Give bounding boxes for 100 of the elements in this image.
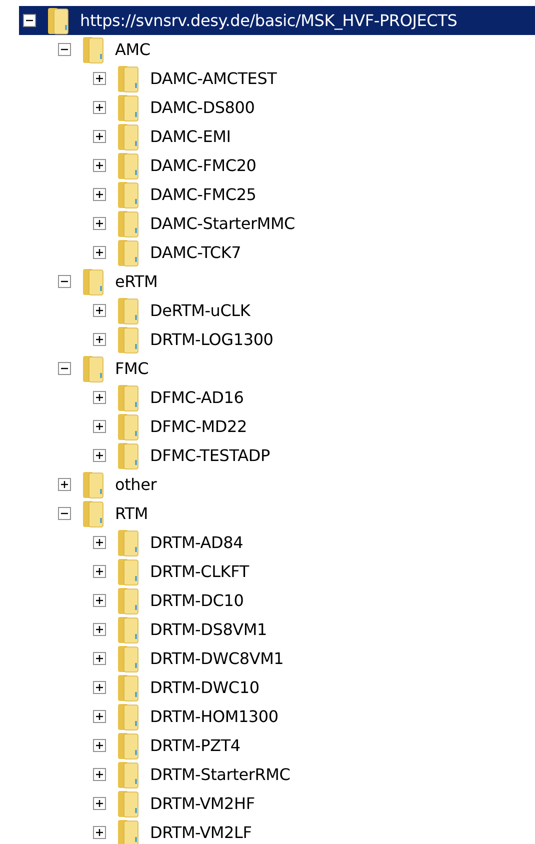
folder-icon <box>81 354 105 382</box>
folder-icon <box>81 500 105 528</box>
folder-label: DAMC-FMC25 <box>149 184 258 206</box>
folder-label: DAMC-AMCTEST <box>149 68 278 90</box>
tree-item[interactable]: AMC <box>19 35 535 64</box>
expand-icon[interactable] <box>93 246 106 259</box>
folder-label: DRTM-LOG1300 <box>149 328 274 350</box>
folder-label: DRTM-VM2HF <box>149 792 256 814</box>
tree-item[interactable]: DFMC-MD22 <box>19 412 535 441</box>
folder-label: other <box>114 474 158 496</box>
folder-icon <box>81 470 105 498</box>
tree-item[interactable]: DRTM-VM2LF <box>19 818 535 844</box>
folder-icon <box>116 210 140 238</box>
expand-icon[interactable] <box>93 391 106 404</box>
folder-label: DRTM-CLKFT <box>149 560 250 582</box>
folder-icon <box>116 326 140 354</box>
folder-label: DAMC-FMC20 <box>149 154 258 176</box>
folder-icon <box>116 616 140 644</box>
tree-item[interactable]: other <box>19 470 535 499</box>
expand-icon[interactable] <box>93 565 106 578</box>
expand-icon[interactable] <box>93 739 106 752</box>
folder-icon <box>116 644 140 672</box>
tree-item[interactable]: DRTM-AD84 <box>19 528 535 557</box>
folder-label: RTM <box>114 502 149 524</box>
folder-icon <box>81 36 105 64</box>
folder-label: DRTM-VM2LF <box>149 822 253 844</box>
expand-icon[interactable] <box>93 768 106 781</box>
tree-item[interactable]: DRTM-VM2HF <box>19 789 535 818</box>
tree-item[interactable]: DeRTM-uCLK <box>19 296 535 325</box>
tree-item[interactable]: DAMC-TCK7 <box>19 238 535 267</box>
expand-icon[interactable] <box>93 652 106 665</box>
tree-item[interactable]: DRTM-DS8VM1 <box>19 615 535 644</box>
folder-icon <box>116 152 140 180</box>
folder-label: DAMC-TCK7 <box>149 242 242 264</box>
collapse-icon[interactable] <box>58 43 71 56</box>
folder-icon <box>116 122 140 150</box>
tree-item[interactable]: https://svnsrv.desy.de/basic/MSK_HVF-PROJECTS <box>19 6 535 35</box>
expand-icon[interactable] <box>93 797 106 810</box>
tree-item[interactable]: DAMC-FMC20 <box>19 151 535 180</box>
expand-icon[interactable] <box>93 304 106 317</box>
collapse-icon[interactable] <box>58 362 71 375</box>
tree-item[interactable]: DRTM-HOM1300 <box>19 702 535 731</box>
expand-icon[interactable] <box>93 681 106 694</box>
folder-icon <box>116 384 140 412</box>
tree-item[interactable]: DAMC-FMC25 <box>19 180 535 209</box>
folder-label: DRTM-StarterRMC <box>149 764 292 786</box>
tree-item[interactable]: DRTM-PZT4 <box>19 731 535 760</box>
folder-label: DRTM-PZT4 <box>149 734 242 756</box>
expand-icon[interactable] <box>93 188 106 201</box>
expand-icon[interactable] <box>93 536 106 549</box>
folder-icon <box>116 732 140 760</box>
expand-icon[interactable] <box>58 478 71 491</box>
folder-label: DFMC-TESTADP <box>149 444 271 466</box>
folder-icon <box>116 760 140 788</box>
folder-icon <box>116 558 140 586</box>
folder-icon <box>116 818 140 844</box>
tree-item[interactable]: DAMC-DS800 <box>19 93 535 122</box>
folder-icon <box>116 674 140 702</box>
tree-item[interactable]: DAMC-StarterMMC <box>19 209 535 238</box>
folder-label: DRTM-AD84 <box>149 532 244 554</box>
expand-icon[interactable] <box>93 420 106 433</box>
tree-item[interactable]: DRTM-CLKFT <box>19 557 535 586</box>
expand-icon[interactable] <box>93 101 106 114</box>
expand-icon[interactable] <box>93 449 106 462</box>
tree-item[interactable]: DRTM-StarterRMC <box>19 760 535 789</box>
tree-item[interactable]: DRTM-DC10 <box>19 586 535 615</box>
tree-item[interactable]: FMC <box>19 354 535 383</box>
folder-label: DRTM-HOM1300 <box>149 706 280 728</box>
folder-label: DRTM-DC10 <box>149 590 245 612</box>
expand-icon[interactable] <box>93 710 106 723</box>
expand-icon[interactable] <box>93 826 106 839</box>
expand-icon[interactable] <box>93 130 106 143</box>
tree-item[interactable]: DRTM-DWC8VM1 <box>19 644 535 673</box>
folder-label: eRTM <box>114 270 159 292</box>
folder-icon <box>116 180 140 208</box>
expand-icon[interactable] <box>93 594 106 607</box>
folder-icon <box>116 64 140 92</box>
folder-label: DAMC-DS800 <box>149 96 256 118</box>
expand-icon[interactable] <box>93 333 106 346</box>
folder-icon <box>116 94 140 122</box>
folder-label: DAMC-EMI <box>149 126 232 148</box>
expand-icon[interactable] <box>93 217 106 230</box>
folder-label: DFMC-AD16 <box>149 386 245 408</box>
tree-item[interactable]: RTM <box>19 499 535 528</box>
tree-item[interactable]: DFMC-TESTADP <box>19 441 535 470</box>
collapse-icon[interactable] <box>23 14 36 27</box>
folder-icon <box>116 702 140 730</box>
expand-icon[interactable] <box>93 159 106 172</box>
expand-icon[interactable] <box>93 623 106 636</box>
collapse-icon[interactable] <box>58 507 71 520</box>
tree-item[interactable]: DAMC-EMI <box>19 122 535 151</box>
folder-label: DeRTM-uCLK <box>149 300 252 322</box>
tree-item[interactable]: DFMC-AD16 <box>19 383 535 412</box>
tree-item[interactable]: DRTM-LOG1300 <box>19 325 535 354</box>
folder-label: DRTM-DS8VM1 <box>149 618 268 640</box>
tree-item[interactable]: DAMC-AMCTEST <box>19 64 535 93</box>
expand-icon[interactable] <box>93 72 106 85</box>
tree-item[interactable]: DRTM-DWC10 <box>19 673 535 702</box>
collapse-icon[interactable] <box>58 275 71 288</box>
tree-item[interactable]: eRTM <box>19 267 535 296</box>
